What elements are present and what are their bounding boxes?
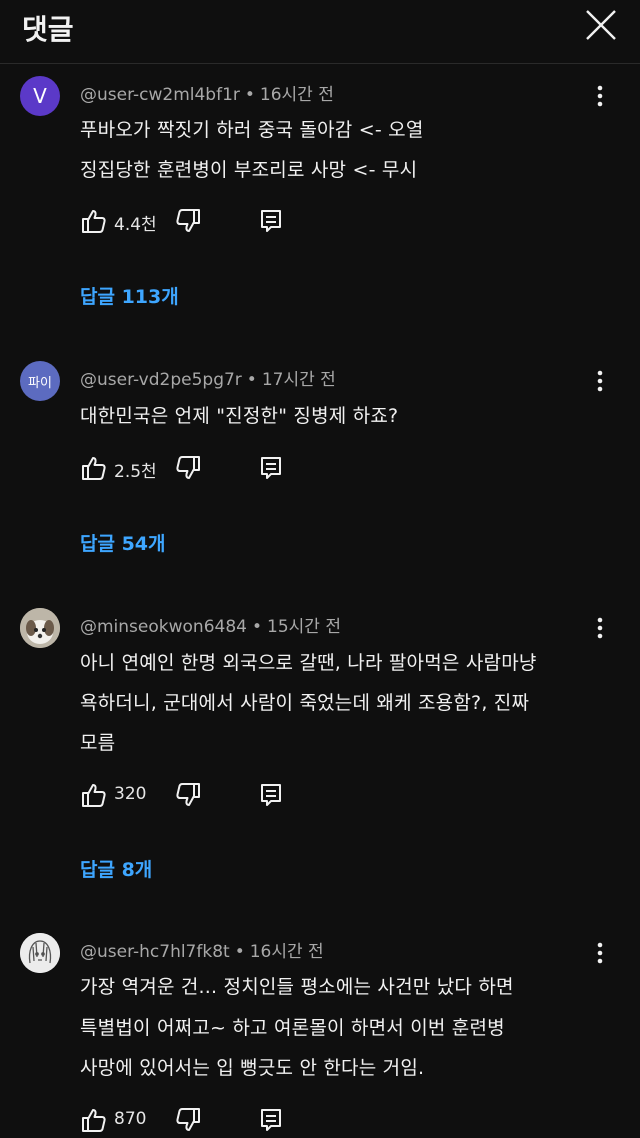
- avatar[interactable]: 파이: [20, 361, 60, 401]
- comment-text-line: 사망에 있어서는 입 뻥긋도 안 한다는 거임.: [80, 1057, 425, 1079]
- replies-link[interactable]: 답글 8개: [80, 855, 152, 882]
- comment-text-line: 징집당한 훈련병이 부조리로 사망 <- 무시: [80, 159, 418, 181]
- comment-meta: @user-vd2pe5pg7r • 17시간 전: [80, 370, 336, 390]
- avatar-letter: 파이: [28, 375, 52, 391]
- reply-comment-icon: [261, 210, 281, 232]
- comment-author[interactable]: @user-cw2ml4bf1r: [80, 85, 240, 105]
- comment-time: 16시간 전: [259, 85, 334, 105]
- like-count: 2.5천: [114, 462, 157, 482]
- comment-meta: @user-hc7hl7fk8t • 16시간 전: [80, 942, 324, 962]
- like-count: 4.4천: [114, 215, 157, 235]
- replies-link[interactable]: 답글 54개: [80, 529, 166, 556]
- avatar[interactable]: V: [20, 76, 60, 116]
- comment-meta: @user-cw2ml4bf1r • 16시간 전: [80, 85, 334, 105]
- like-button[interactable]: [80, 454, 108, 482]
- thumbs-down-icon: [176, 456, 200, 479]
- comment-text-line: 욕하더니, 군대에서 사람이 죽었는데 왜케 조용함?, 진짜: [80, 692, 530, 714]
- comment-actions: 320: [80, 781, 340, 811]
- dislike-button[interactable]: [174, 207, 202, 235]
- like-button[interactable]: [80, 207, 108, 235]
- more-vertical-icon: [597, 370, 603, 392]
- reply-button[interactable]: [258, 1107, 284, 1133]
- like-count: 870: [114, 1109, 147, 1129]
- thumbs-down-icon: [176, 783, 200, 806]
- thumbs-up-icon: [82, 457, 106, 480]
- thumbs-up-icon: [82, 1109, 106, 1132]
- drawing-portrait-icon: [20, 933, 60, 973]
- thumbs-up-icon: [82, 210, 106, 233]
- reply-comment-icon: [261, 1109, 281, 1131]
- dislike-button[interactable]: [174, 1106, 202, 1134]
- avatar[interactable]: [20, 608, 60, 648]
- comment-time: 17시간 전: [261, 370, 336, 390]
- comment-actions: 4.4천: [80, 207, 340, 237]
- reply-button[interactable]: [258, 208, 284, 234]
- reply-comment-icon: [261, 784, 281, 806]
- more-options-button[interactable]: [588, 367, 612, 395]
- comment-time: 15시간 전: [267, 617, 341, 637]
- comment-text-line: 모름: [80, 732, 116, 754]
- dislike-button[interactable]: [174, 781, 202, 809]
- thumbs-up-icon: [82, 784, 106, 807]
- avatar[interactable]: [20, 933, 60, 973]
- comment-actions: 870: [80, 1106, 340, 1136]
- close-icon: [586, 10, 616, 40]
- thumbs-down-icon: [176, 209, 200, 232]
- comments-header: 댓글: [0, 0, 640, 64]
- dog-photo-icon: [20, 608, 60, 648]
- more-vertical-icon: [597, 85, 603, 107]
- close-button[interactable]: [580, 4, 622, 46]
- comment-text-line: 가장 역겨운 건... 정치인들 평소에는 사건만 났다 하면: [80, 976, 514, 998]
- more-options-button[interactable]: [588, 82, 612, 110]
- comment-text-line: 대한민국은 언제 "진정한" 징병제 하죠?: [80, 405, 399, 427]
- comment-author[interactable]: @user-hc7hl7fk8t: [80, 942, 230, 962]
- more-options-button[interactable]: [588, 939, 612, 967]
- comment-time: 16시간 전: [249, 942, 324, 962]
- more-vertical-icon: [597, 942, 603, 964]
- comment-text-line: 특별법이 어쩌고~ 하고 여론몰이 하면서 이번 훈련병: [80, 1017, 505, 1039]
- comment-text-line: 푸바오가 짝짓기 하러 중국 돌아감 <- 오열: [80, 119, 424, 141]
- dislike-button[interactable]: [174, 454, 202, 482]
- like-button[interactable]: [80, 1106, 108, 1134]
- more-options-button[interactable]: [588, 614, 612, 642]
- comment-author[interactable]: @user-vd2pe5pg7r: [80, 370, 242, 390]
- replies-link[interactable]: 답글 113개: [80, 282, 179, 309]
- avatar-letter: V: [33, 84, 47, 108]
- more-vertical-icon: [597, 617, 603, 639]
- comment-author[interactable]: @minseokwon6484: [80, 617, 247, 637]
- comment-text-line: 아니 연예인 한명 외국으로 갈땐, 나라 팔아먹은 사람마냥: [80, 652, 537, 674]
- comment-meta: @minseokwon6484 • 15시간 전: [80, 617, 341, 637]
- reply-button[interactable]: [258, 455, 284, 481]
- thumbs-down-icon: [176, 1108, 200, 1131]
- reply-comment-icon: [261, 457, 281, 479]
- like-button[interactable]: [80, 781, 108, 809]
- reply-button[interactable]: [258, 782, 284, 808]
- comment-actions: 2.5천: [80, 454, 340, 484]
- page-title: 댓글: [22, 13, 74, 46]
- like-count: 320: [114, 784, 147, 804]
